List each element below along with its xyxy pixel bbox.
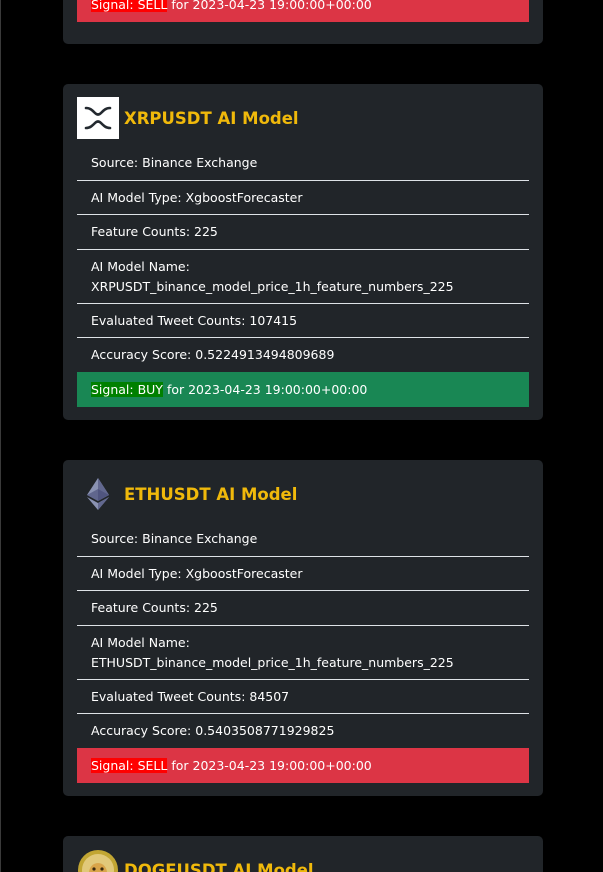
accuracy-row: Accuracy Score: 0.5224913494809689	[77, 338, 529, 372]
card-header: ETHUSDT AI Model	[77, 473, 297, 515]
model-name-value: ETHUSDT_binance_model_price_1h_feature_n…	[91, 655, 454, 670]
dogecoin-logo-icon	[77, 849, 119, 872]
signal-text: for 2023-04-23 19:00:00+00:00	[166, 382, 368, 397]
signal-label: Signal: SELL	[91, 758, 168, 773]
card-header: XRPUSDT AI Model	[77, 97, 299, 139]
feature-counts-row: Feature Counts: 225	[77, 591, 529, 626]
signal-bar: Signal: SELL for 2023-04-23 19:00:00+00:…	[77, 748, 529, 783]
model-type-row: AI Model Type: XgboostForecaster	[77, 181, 529, 215]
signal-label: Signal: BUY	[91, 382, 163, 397]
signal-label: Signal: SELL	[91, 0, 168, 12]
model-name-label: AI Model Name:	[91, 259, 190, 274]
accuracy-text: Accuracy Score: 0.5224913494809689	[91, 347, 335, 362]
accuracy-text: Accuracy Score: 0.5403508771929825	[91, 723, 335, 738]
tweet-counts-row: Evaluated Tweet Counts: 107415	[77, 304, 529, 338]
card-info-list: Source: Binance Exchange AI Model Type: …	[77, 146, 529, 407]
source-row: Source: Binance Exchange	[77, 146, 529, 181]
model-name-row: AI Model Name: ETHUSDT_binance_model_pri…	[77, 626, 529, 680]
tweet-counts-row: Evaluated Tweet Counts: 84507	[77, 680, 529, 714]
card-info-list: Source: Binance Exchange AI Model Type: …	[77, 522, 529, 783]
signal-bar: Signal: SELL for 2023-04-23 19:00:00+00:…	[77, 0, 529, 22]
model-card-doge: DOGEUSDT AI Model	[63, 836, 543, 872]
model-card-previous: Signal: SELL for 2023-04-23 19:00:00+00:…	[63, 0, 543, 44]
xrp-logo-icon	[77, 97, 119, 139]
model-type-row: AI Model Type: XgboostForecaster	[77, 557, 529, 591]
feature-counts-row: Feature Counts: 225	[77, 215, 529, 250]
card-title: XRPUSDT AI Model	[124, 108, 299, 128]
model-name-label: AI Model Name:	[91, 635, 190, 650]
signal-text: for 2023-04-23 19:00:00+00:00	[171, 0, 372, 12]
accuracy-row: Accuracy Score: 0.5403508771929825	[77, 714, 529, 748]
ethereum-logo-icon	[77, 473, 119, 515]
page-edge	[0, 0, 1, 872]
card-title: DOGEUSDT AI Model	[124, 860, 314, 872]
model-card-eth: ETHUSDT AI Model Source: Binance Exchang…	[63, 460, 543, 796]
signal-bar: Signal: BUY for 2023-04-23 19:00:00+00:0…	[77, 372, 529, 407]
model-name-value: XRPUSDT_binance_model_price_1h_feature_n…	[91, 279, 454, 294]
page: Signal: SELL for 2023-04-23 19:00:00+00:…	[0, 0, 603, 872]
signal-text: for 2023-04-23 19:00:00+00:00	[171, 758, 372, 773]
card-title: ETHUSDT AI Model	[124, 484, 298, 504]
model-card-xrp: XRPUSDT AI Model Source: Binance Exchang…	[63, 84, 543, 420]
card-header: DOGEUSDT AI Model	[77, 849, 314, 872]
model-name-row: AI Model Name: XRPUSDT_binance_model_pri…	[77, 250, 529, 304]
source-row: Source: Binance Exchange	[77, 522, 529, 557]
